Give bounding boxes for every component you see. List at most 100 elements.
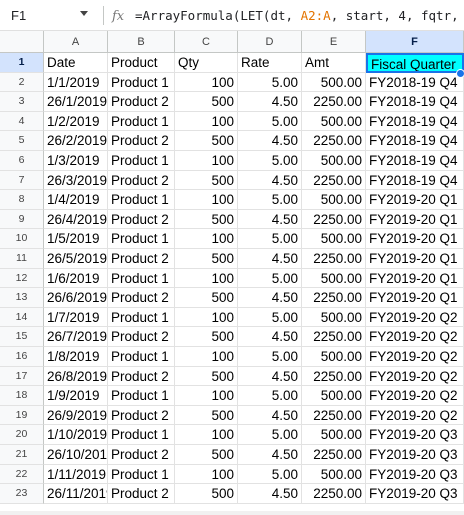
table-cell[interactable]: 2250.00 xyxy=(302,366,366,387)
table-cell[interactable]: 2250.00 xyxy=(302,92,366,112)
table-cell[interactable]: 5.00 xyxy=(238,347,302,367)
table-cell[interactable]: FY2019-20 Q3 xyxy=(366,425,464,445)
row-header[interactable]: 2 xyxy=(0,72,44,93)
table-cell[interactable]: 100 xyxy=(175,111,238,132)
row-header[interactable]: 16 xyxy=(0,347,44,367)
table-cell[interactable]: 500 xyxy=(175,288,238,308)
table-cell[interactable]: 100 xyxy=(175,229,238,249)
row-header[interactable]: 12 xyxy=(0,268,44,289)
table-cell[interactable]: 1/11/2019 xyxy=(44,464,108,485)
table-cell[interactable]: FY2019-20 Q1 xyxy=(366,209,464,230)
table-cell[interactable]: 1/4/2019 xyxy=(44,190,108,210)
table-cell[interactable]: 5.00 xyxy=(238,190,302,210)
table-cell[interactable]: Product 2 xyxy=(108,405,175,426)
table-cell[interactable]: 500 xyxy=(175,327,238,347)
table-cell[interactable]: 2250.00 xyxy=(302,209,366,230)
table-cell[interactable]: 5.00 xyxy=(238,307,302,328)
table-cell[interactable]: 500.00 xyxy=(302,111,366,132)
table-cell[interactable]: Product 1 xyxy=(108,229,175,249)
header-cell[interactable]: Product xyxy=(108,53,175,73)
horizontal-scrollbar[interactable] xyxy=(0,511,464,515)
table-cell[interactable]: 4.50 xyxy=(238,405,302,426)
table-cell[interactable]: 1/3/2019 xyxy=(44,151,108,171)
table-cell[interactable]: 2250.00 xyxy=(302,405,366,426)
table-cell[interactable]: 100 xyxy=(175,72,238,93)
table-cell[interactable]: 2250.00 xyxy=(302,327,366,347)
formula-input[interactable]: =ArrayFormula(LET(dt, A2:A, start, 4, fq… xyxy=(135,0,464,31)
column-header-b[interactable]: B xyxy=(108,31,175,53)
table-cell[interactable]: 1/6/2019 xyxy=(44,268,108,289)
table-cell[interactable]: Product 2 xyxy=(108,209,175,230)
table-cell[interactable]: 500 xyxy=(175,366,238,387)
table-cell[interactable]: Product 1 xyxy=(108,307,175,328)
table-cell[interactable]: 26/10/2019 xyxy=(44,445,108,465)
column-header-f[interactable]: F xyxy=(366,31,464,53)
row-header[interactable]: 7 xyxy=(0,170,44,191)
table-cell[interactable]: 500.00 xyxy=(302,347,366,367)
table-cell[interactable]: 4.50 xyxy=(238,288,302,308)
table-cell[interactable]: 100 xyxy=(175,464,238,485)
table-cell[interactable]: FY2018-19 Q4 xyxy=(366,151,464,171)
table-cell[interactable]: Product 2 xyxy=(108,484,175,504)
table-cell[interactable]: Product 1 xyxy=(108,151,175,171)
table-cell[interactable]: FY2019-20 Q1 xyxy=(366,229,464,249)
table-cell[interactable]: 100 xyxy=(175,347,238,367)
column-header-e[interactable]: E xyxy=(302,31,366,53)
table-cell[interactable]: 500 xyxy=(175,249,238,269)
table-cell[interactable]: Product 2 xyxy=(108,327,175,347)
table-cell[interactable]: 500 xyxy=(175,92,238,112)
table-cell[interactable]: 26/7/2019 xyxy=(44,327,108,347)
table-cell[interactable]: 4.50 xyxy=(238,131,302,151)
table-cell[interactable]: Product 1 xyxy=(108,190,175,210)
table-cell[interactable]: 500.00 xyxy=(302,386,366,406)
table-cell[interactable]: 26/2/2019 xyxy=(44,131,108,151)
table-cell[interactable]: 5.00 xyxy=(238,229,302,249)
table-cell[interactable]: FY2018-19 Q4 xyxy=(366,131,464,151)
table-cell[interactable]: 5.00 xyxy=(238,425,302,445)
chevron-down-icon[interactable] xyxy=(80,11,88,16)
table-cell[interactable]: FY2019-20 Q3 xyxy=(366,464,464,485)
row-header[interactable]: 5 xyxy=(0,131,44,151)
table-cell[interactable]: 2250.00 xyxy=(302,249,366,269)
row-header[interactable]: 23 xyxy=(0,484,44,504)
table-cell[interactable]: 4.50 xyxy=(238,249,302,269)
row-header[interactable]: 17 xyxy=(0,366,44,387)
table-cell[interactable]: 4.50 xyxy=(238,445,302,465)
table-cell[interactable]: 1/5/2019 xyxy=(44,229,108,249)
table-cell[interactable]: 500 xyxy=(175,405,238,426)
table-cell[interactable]: FY2018-19 Q4 xyxy=(366,92,464,112)
table-cell[interactable]: 100 xyxy=(175,268,238,289)
header-cell[interactable]: Date xyxy=(44,53,108,73)
table-cell[interactable]: 2250.00 xyxy=(302,288,366,308)
table-cell[interactable]: 26/8/2019 xyxy=(44,366,108,387)
table-cell[interactable]: FY2019-20 Q2 xyxy=(366,366,464,387)
table-cell[interactable]: 1/8/2019 xyxy=(44,347,108,367)
table-cell[interactable]: 1/2/2019 xyxy=(44,111,108,132)
table-cell[interactable]: 26/4/2019 xyxy=(44,209,108,230)
table-cell[interactable]: 500.00 xyxy=(302,307,366,328)
table-cell[interactable]: 4.50 xyxy=(238,327,302,347)
table-cell[interactable]: 500.00 xyxy=(302,464,366,485)
fill-handle[interactable] xyxy=(456,68,464,78)
table-cell[interactable]: 500 xyxy=(175,170,238,191)
column-header-c[interactable]: C xyxy=(175,31,238,53)
table-cell[interactable]: Product 1 xyxy=(108,111,175,132)
table-cell[interactable]: 5.00 xyxy=(238,268,302,289)
table-cell[interactable]: FY2019-20 Q2 xyxy=(366,386,464,406)
name-box[interactable]: F1 xyxy=(0,0,100,31)
table-cell[interactable]: 5.00 xyxy=(238,111,302,132)
column-header-a[interactable]: A xyxy=(44,31,108,53)
row-header[interactable]: 11 xyxy=(0,249,44,269)
table-cell[interactable]: 100 xyxy=(175,425,238,445)
table-cell[interactable]: FY2019-20 Q1 xyxy=(366,268,464,289)
table-cell[interactable]: Product 1 xyxy=(108,347,175,367)
table-cell[interactable]: 26/1/2019 xyxy=(44,92,108,112)
row-header[interactable]: 15 xyxy=(0,327,44,347)
row-header[interactable]: 10 xyxy=(0,229,44,249)
table-cell[interactable]: Product 2 xyxy=(108,170,175,191)
header-cell[interactable]: Rate xyxy=(238,53,302,73)
active-cell[interactable]: Fiscal Quarter xyxy=(366,53,464,73)
row-header[interactable]: 19 xyxy=(0,405,44,426)
table-cell[interactable]: Product 2 xyxy=(108,445,175,465)
table-cell[interactable]: Product 1 xyxy=(108,464,175,485)
